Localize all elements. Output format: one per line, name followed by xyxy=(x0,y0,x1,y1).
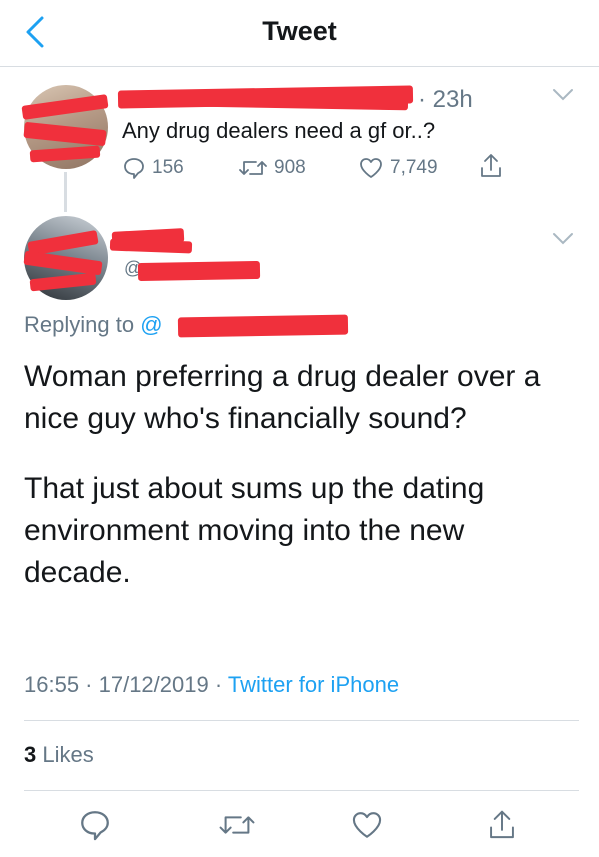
thread-connector xyxy=(64,172,67,212)
reply-button[interactable] xyxy=(78,808,112,842)
retweet-icon xyxy=(239,161,267,175)
tweet-menu-button[interactable] xyxy=(552,88,574,107)
likes-label: Likes xyxy=(42,742,94,767)
parent-tweet-text: Any drug dealers need a gf or..? xyxy=(122,118,436,143)
source-link[interactable]: Twitter for iPhone xyxy=(228,672,399,697)
reply-button[interactable]: 156 xyxy=(122,156,184,180)
like-button[interactable]: 7,749 xyxy=(358,156,438,180)
tweet-timestamp: 16:55 · 17/12/2019 · Twitter for iPhone xyxy=(24,672,399,698)
share-button[interactable] xyxy=(486,808,520,842)
chevron-down-icon xyxy=(553,89,573,101)
heart-icon xyxy=(352,812,382,838)
like-count: 7,749 xyxy=(390,157,438,178)
share-icon xyxy=(490,810,514,839)
page-title: Tweet xyxy=(262,16,337,46)
tweet-body-paragraph: Woman preferring a drug dealer over a ni… xyxy=(24,360,541,435)
handle-redaction xyxy=(177,314,349,338)
tweet-time: · 23h xyxy=(418,86,473,113)
handle-redaction xyxy=(137,260,261,282)
reply-count: 156 xyxy=(152,157,184,178)
share-icon xyxy=(481,154,501,177)
timestamp-text: 16:55 · 17/12/2019 · xyxy=(24,672,228,697)
likes-summary[interactable]: 3 Likes xyxy=(24,742,94,768)
retweet-button[interactable]: 908 xyxy=(238,156,306,180)
retweet-count: 908 xyxy=(274,157,306,178)
chevron-down-icon xyxy=(553,233,573,245)
likes-count: 3 xyxy=(24,742,37,767)
heart-icon xyxy=(360,158,382,178)
speech-bubble-icon xyxy=(81,811,109,841)
replying-to: Replying to @ xyxy=(24,312,163,338)
retweet-button[interactable] xyxy=(218,808,255,842)
tweet-menu-button[interactable] xyxy=(552,232,574,251)
divider xyxy=(24,720,579,721)
tweet-body-paragraph: That just about sums up the dating envir… xyxy=(24,472,485,589)
name-redaction xyxy=(109,238,193,254)
header-divider xyxy=(0,66,599,67)
replying-handle[interactable]: @ xyxy=(140,312,162,337)
speech-bubble-icon xyxy=(124,158,144,179)
divider xyxy=(24,790,579,791)
retweet-icon xyxy=(219,816,255,834)
like-button[interactable] xyxy=(350,808,384,842)
share-button[interactable] xyxy=(478,152,510,180)
replying-label: Replying to xyxy=(24,312,141,337)
